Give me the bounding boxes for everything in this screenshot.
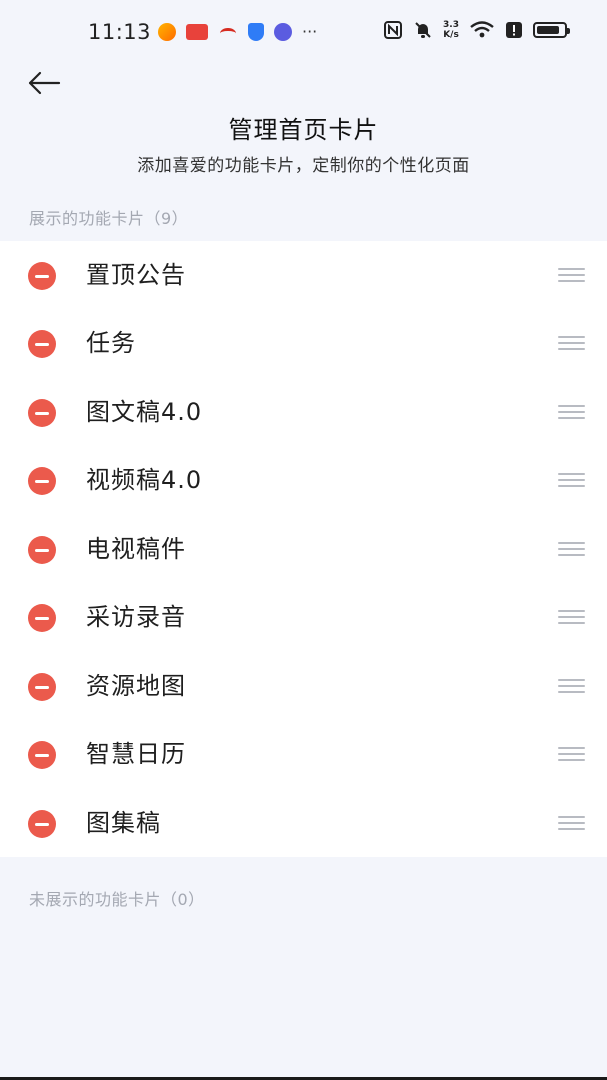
card-row[interactable]: 置顶公告 bbox=[0, 241, 607, 309]
shown-cards-section-label: 展示的功能卡片（9） bbox=[29, 209, 189, 228]
card-row[interactable]: 任务 bbox=[0, 309, 607, 377]
card-row[interactable]: 电视稿件 bbox=[0, 515, 607, 583]
card-row[interactable]: 采访录音 bbox=[0, 583, 607, 651]
remove-card-button[interactable] bbox=[28, 810, 56, 838]
drag-handle-icon[interactable] bbox=[558, 815, 585, 831]
status-time: 11:13 bbox=[88, 20, 152, 44]
remove-card-button[interactable] bbox=[28, 330, 56, 358]
huawei-app-icon bbox=[186, 24, 208, 40]
shown-cards-list: 置顶公告 任务 图文稿4.0 视频稿4.0 电视稿件 采访录音 资源地图 智慧日… bbox=[0, 241, 607, 857]
card-row[interactable]: 图集稿 bbox=[0, 789, 607, 857]
back-arrow-icon bbox=[28, 71, 61, 95]
card-row[interactable]: 资源地图 bbox=[0, 652, 607, 720]
card-label: 任务 bbox=[86, 329, 136, 357]
drag-handle-icon[interactable] bbox=[558, 541, 585, 557]
card-label: 视频稿4.0 bbox=[86, 466, 203, 494]
card-row[interactable]: 智慧日历 bbox=[0, 720, 607, 788]
card-row[interactable]: 视频稿4.0 bbox=[0, 446, 607, 514]
nfc-icon bbox=[384, 21, 403, 39]
mute-bell-icon bbox=[415, 22, 431, 38]
app-notification-icon bbox=[158, 23, 176, 41]
remove-card-button[interactable] bbox=[28, 604, 56, 632]
page-subtitle: 添加喜爱的功能卡片，定制你的个性化页面 bbox=[137, 156, 470, 176]
alert-icon bbox=[506, 22, 522, 38]
network-speed-unit: K/s bbox=[443, 30, 459, 40]
status-bar: 11:13 ··· 3.3 K/s bbox=[0, 0, 607, 62]
battery-icon bbox=[533, 22, 570, 38]
card-label: 电视稿件 bbox=[86, 535, 186, 563]
remove-card-button[interactable] bbox=[28, 741, 56, 769]
drag-handle-icon[interactable] bbox=[558, 746, 585, 762]
card-label: 图文稿4.0 bbox=[86, 398, 203, 426]
drag-handle-icon[interactable] bbox=[558, 404, 585, 420]
drag-handle-icon[interactable] bbox=[558, 335, 585, 351]
remove-card-button[interactable] bbox=[28, 467, 56, 495]
wifi-icon bbox=[470, 21, 494, 38]
network-speed-value: 3.3 bbox=[443, 20, 459, 30]
security-shield-icon bbox=[248, 23, 264, 41]
card-label: 资源地图 bbox=[86, 672, 186, 700]
card-label: 智慧日历 bbox=[86, 740, 186, 768]
page-title: 管理首页卡片 bbox=[228, 116, 379, 144]
card-label: 置顶公告 bbox=[86, 261, 186, 289]
more-notifications-icon: ··· bbox=[302, 22, 318, 41]
drag-handle-icon[interactable] bbox=[558, 472, 585, 488]
card-label: 图集稿 bbox=[86, 809, 161, 837]
remove-card-button[interactable] bbox=[28, 262, 56, 290]
system-icons: 3.3 K/s bbox=[383, 20, 570, 40]
back-button[interactable] bbox=[22, 64, 66, 102]
battery-level bbox=[537, 26, 559, 34]
drag-handle-icon[interactable] bbox=[558, 609, 585, 625]
notification-icons: ··· bbox=[158, 22, 317, 42]
music-app-icon bbox=[274, 23, 292, 41]
weibo-app-icon bbox=[218, 24, 238, 40]
drag-handle-icon[interactable] bbox=[558, 678, 585, 694]
remove-card-button[interactable] bbox=[28, 399, 56, 427]
remove-card-button[interactable] bbox=[28, 673, 56, 701]
network-speed: 3.3 K/s bbox=[443, 20, 459, 40]
drag-handle-icon[interactable] bbox=[558, 267, 585, 283]
remove-card-button[interactable] bbox=[28, 536, 56, 564]
hidden-cards-section-label: 未展示的功能卡片（0） bbox=[29, 890, 205, 909]
card-label: 采访录音 bbox=[86, 603, 186, 631]
card-row[interactable]: 图文稿4.0 bbox=[0, 378, 607, 446]
